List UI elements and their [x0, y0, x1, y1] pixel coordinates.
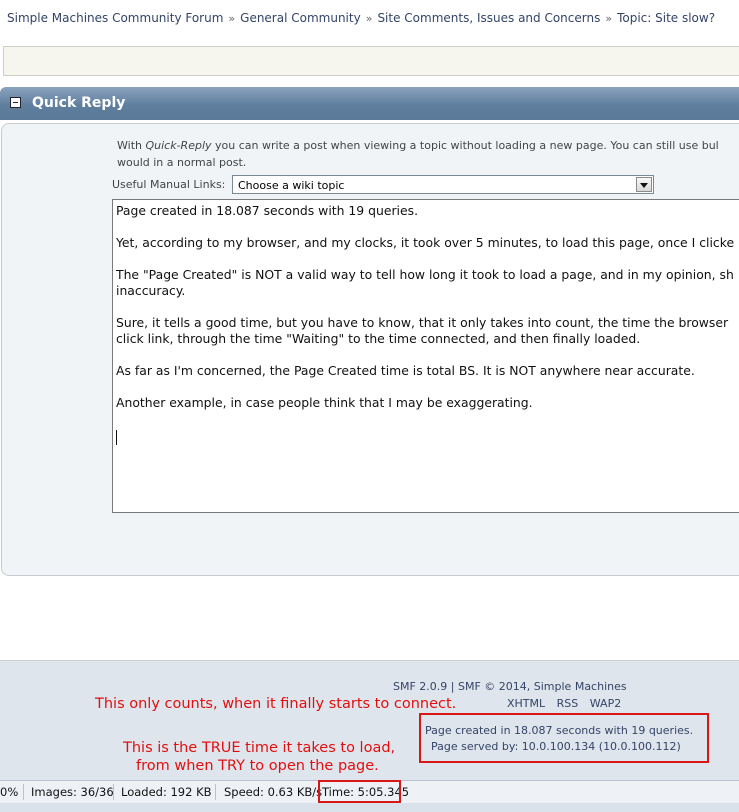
intro-emphasis: Quick-Reply [145, 139, 212, 152]
annotation-highlight-box [419, 713, 709, 763]
status-loaded: Loaded: 192 KB [121, 785, 212, 799]
wiki-topic-select[interactable]: Choose a wiki topic [232, 175, 654, 194]
message-textarea[interactable]: Page created in 18.087 seconds with 19 q… [112, 199, 739, 513]
page-created-stats: Page created in 18.087 seconds with 19 q… [425, 724, 694, 737]
status-divider [113, 784, 114, 800]
page-served-stats: Page served by: 10.0.100.134 (10.0.100.1… [431, 740, 681, 753]
status-images: Images: 36/36 [31, 785, 114, 799]
annotation-true-time-line2: from when TRY to open the page. [136, 758, 379, 774]
annotation-true-time-line1: This is the TRUE time it takes to load, [123, 740, 396, 756]
status-divider [215, 784, 216, 800]
message-line: Page created in 18.087 seconds with 19 q… [116, 203, 419, 218]
quick-reply-intro: With Quick-Reply you can write a post wh… [117, 137, 739, 171]
breadcrumb-category-link[interactable]: Site Comments, Issues and Concerns [377, 11, 600, 25]
rss-link[interactable]: RSS [553, 697, 583, 710]
message-line: click link, through the time "Waiting" t… [116, 331, 641, 346]
breadcrumb-separator: » [228, 12, 236, 25]
wiki-topic-select-value: Choose a wiki topic [238, 179, 345, 192]
message-line: Another example, in case people think th… [116, 395, 533, 410]
footer-copyright[interactable]: SMF 2.0.9 | SMF © 2014, Simple Machines [393, 680, 627, 693]
collapse-icon[interactable] [10, 97, 21, 108]
footer-links: XHTML RSS WAP2 [503, 697, 625, 710]
breadcrumb-forum-link[interactable]: Simple Machines Community Forum [7, 11, 223, 25]
message-line: inaccuracy. [116, 283, 186, 298]
message-line: The "Page Created" is NOT a valid way to… [116, 267, 734, 282]
manual-links-label: Useful Manual Links: [112, 178, 226, 191]
intro-text: you can write a post when viewing a topi… [211, 139, 719, 152]
status-percent: 0% [0, 785, 19, 799]
intro-text-line2: would in a normal post. [117, 156, 247, 169]
pagination-bar [3, 46, 739, 76]
annotation-time-box [318, 780, 401, 803]
intro-text: With [117, 139, 146, 152]
breadcrumb-separator: » [365, 12, 373, 25]
quick-reply-title: Quick Reply [32, 95, 126, 111]
message-line: As far as I'm concerned, the Page Create… [116, 363, 695, 378]
breadcrumb-topic-link[interactable]: Topic: Site slow? [617, 11, 715, 25]
status-divider [23, 784, 24, 800]
window-bottom-edge [0, 803, 739, 812]
breadcrumb-board-link[interactable]: General Community [240, 11, 361, 25]
message-line: Yet, according to my browser, and my clo… [116, 235, 735, 250]
status-speed: Speed: 0.63 KB/s [224, 785, 323, 799]
message-content: Page created in 18.087 seconds with 19 q… [116, 203, 739, 427]
xhtml-link[interactable]: XHTML [503, 697, 549, 710]
annotation-connect-note: This only counts, when it finally starts… [95, 696, 457, 712]
breadcrumb-separator: » [605, 12, 613, 25]
breadcrumb: Simple Machines Community Forum » General … [7, 11, 715, 25]
message-line: Sure, it tells a good time, but you have… [116, 315, 729, 330]
text-caret [116, 430, 117, 445]
wap2-link[interactable]: WAP2 [586, 697, 625, 710]
chevron-down-icon[interactable] [636, 177, 652, 192]
